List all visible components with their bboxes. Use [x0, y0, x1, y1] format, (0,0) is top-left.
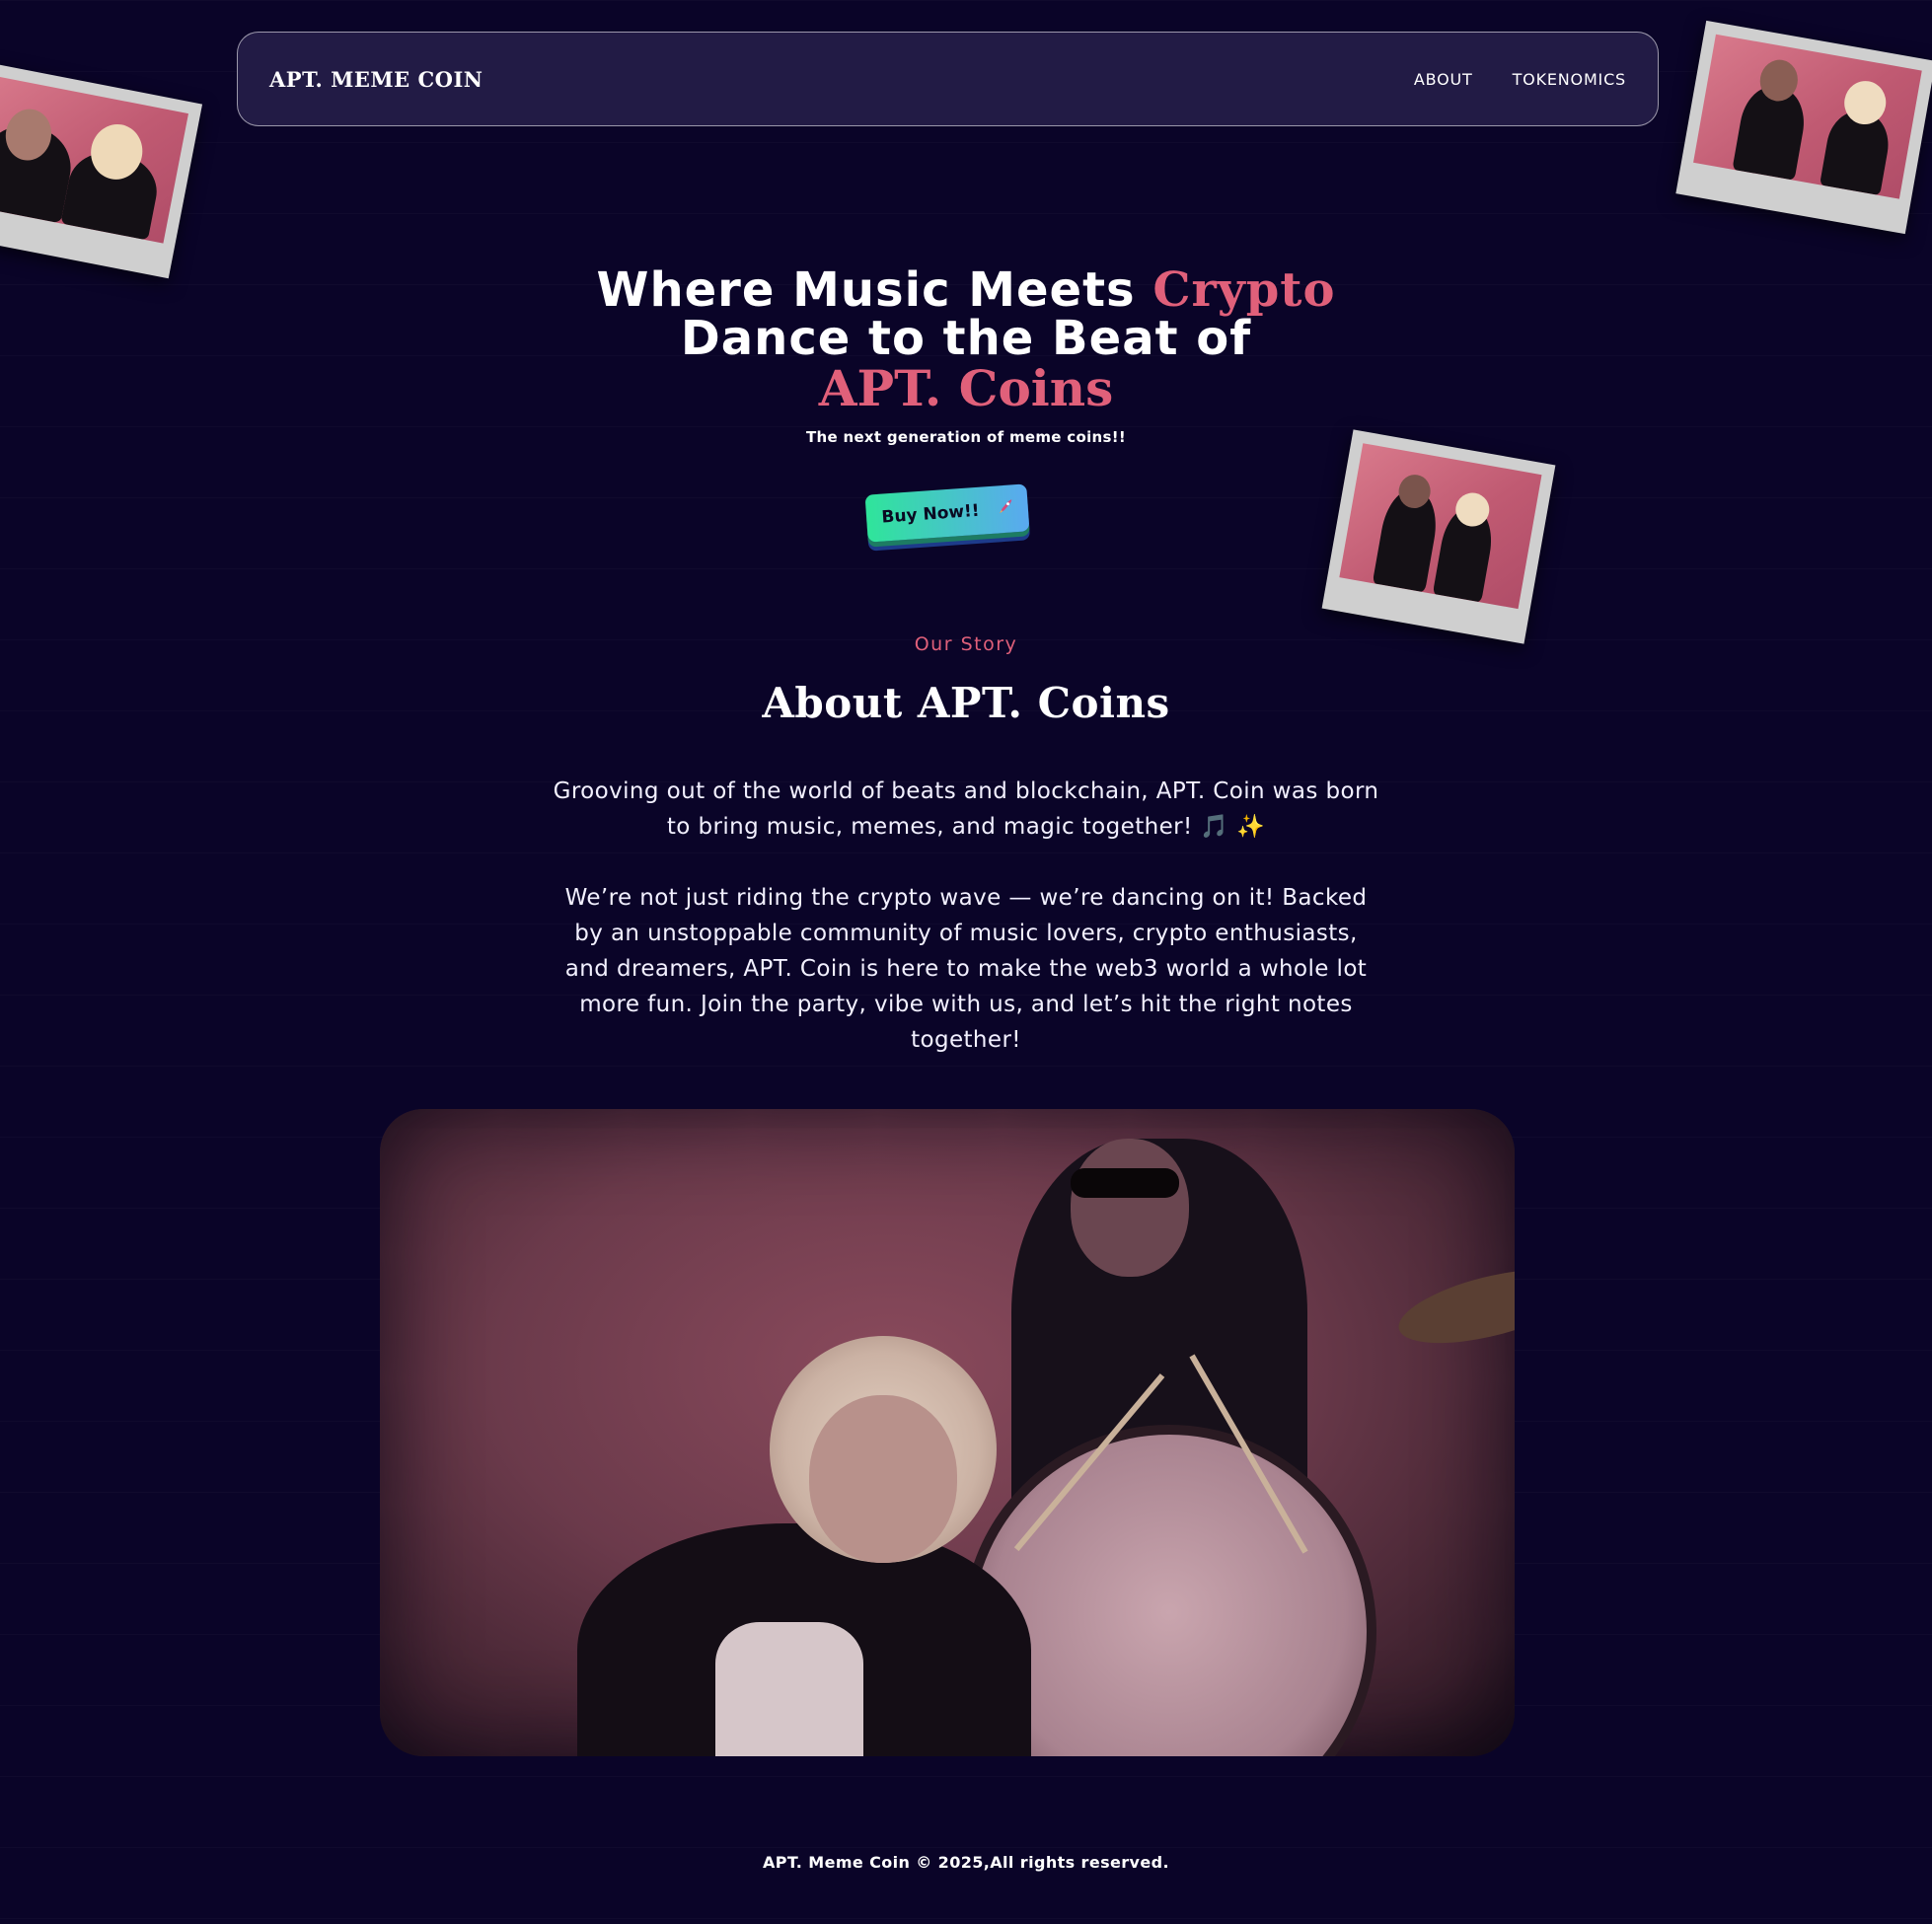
music-note-icon: 🎵 ✨: [1200, 814, 1266, 840]
band-photo: [380, 1109, 1515, 1756]
about-eyebrow: Our Story: [914, 633, 1018, 655]
hero-line-1-text: Where Music Meets: [596, 262, 1153, 318]
nav-link-tokenomics[interactable]: TOKENOMICS: [1513, 70, 1626, 89]
buy-now-button[interactable]: Buy Now!!: [864, 483, 1030, 543]
navbar: APT. MEME COIN ABOUT TOKENOMICS: [237, 32, 1659, 126]
cymbal-shape: [1391, 1254, 1515, 1359]
footer-copyright: APT. Meme Coin © 2025,All rights reserve…: [763, 1853, 1169, 1872]
singer-face: [809, 1395, 957, 1563]
nav-link-about[interactable]: ABOUT: [1414, 70, 1473, 89]
singer-shirt: [715, 1622, 863, 1756]
about-title: About APT. Coins: [762, 679, 1170, 727]
nav-links: ABOUT TOKENOMICS: [1414, 70, 1626, 89]
rocket-icon: [997, 498, 1013, 519]
about-paragraph-2: We’re not just riding the crypto wave — …: [564, 885, 1368, 1053]
polaroid-image: [1693, 34, 1922, 199]
hero-tagline: The next generation of meme coins!!: [805, 428, 1127, 446]
about-body: Grooving out of the world of beats and b…: [553, 774, 1379, 1058]
buy-now-label: Buy Now!!: [880, 500, 981, 528]
polaroid-photo-pose: [1675, 20, 1932, 235]
hero-line-1: Where Music Meets Crypto: [0, 266, 1932, 315]
about-paragraph-1: Grooving out of the world of beats and b…: [553, 774, 1379, 845]
hero-section: Where Music Meets Crypto Dance to the Be…: [0, 266, 1932, 447]
polaroid-photo-guitar: [1321, 429, 1556, 644]
hero-heading: Where Music Meets Crypto Dance to the Be…: [0, 266, 1932, 414]
hero-accent-crypto: Crypto: [1152, 262, 1336, 318]
sunglasses-shape: [1071, 1168, 1179, 1198]
drummer-head: [1071, 1139, 1189, 1277]
hero-line-2: Dance to the Beat of: [680, 311, 1252, 366]
polaroid-photo-duo: [0, 60, 203, 279]
polaroid-image: [1339, 443, 1542, 610]
hero-accent-apt-coins: APT. Coins: [818, 359, 1114, 417]
polaroid-image: [0, 74, 188, 244]
brand-logo[interactable]: APT. MEME COIN: [269, 67, 483, 92]
